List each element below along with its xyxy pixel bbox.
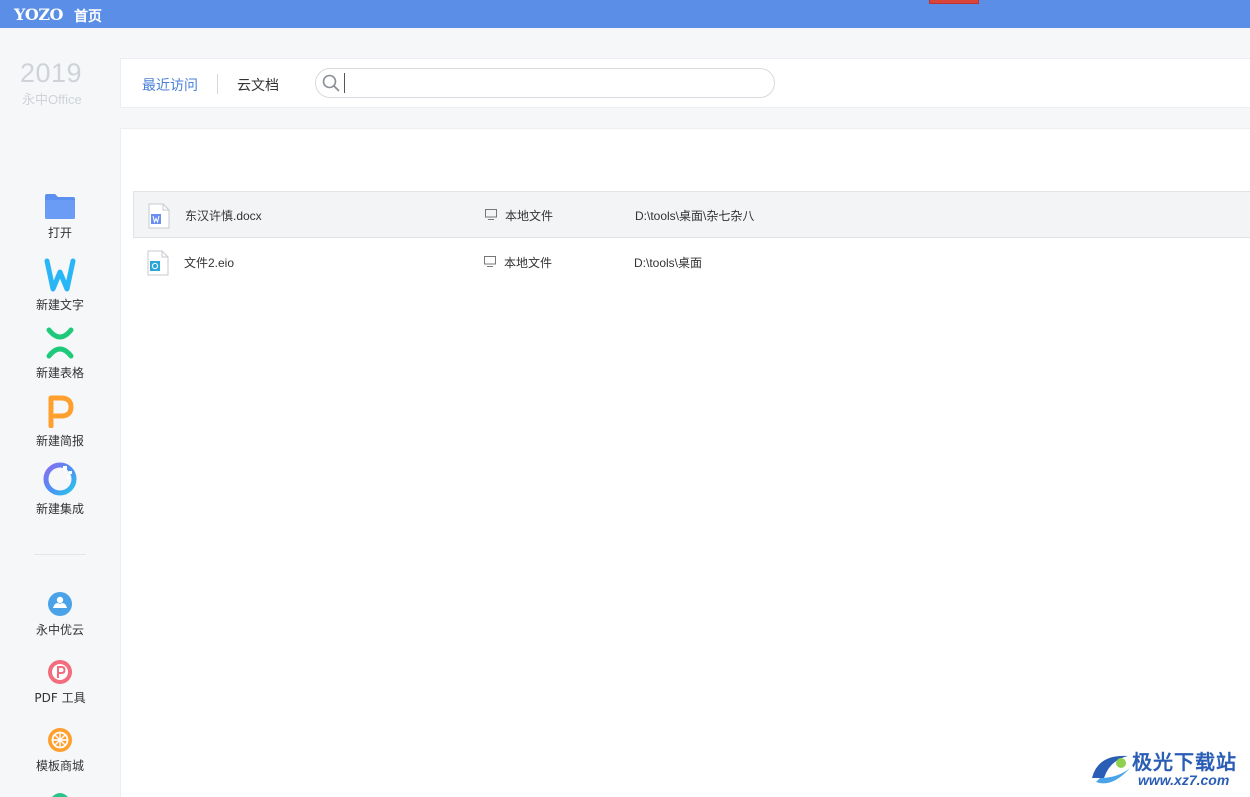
cloud-service-icon <box>48 592 72 616</box>
eio-file-icon <box>147 250 169 276</box>
file-path: D:\tools\桌面 <box>634 256 703 270</box>
tab-recent[interactable]: 最近访问 <box>142 75 198 95</box>
word-icon <box>44 258 76 292</box>
monitor-icon <box>484 256 496 267</box>
template-store-icon <box>48 728 72 752</box>
tab-separator <box>217 74 218 94</box>
file-path: D:\tools\桌面\杂七杂八 <box>635 209 755 223</box>
file-name: 东汉许慎.docx <box>185 209 262 223</box>
search-input[interactable] <box>344 73 764 93</box>
open-button[interactable]: 打开 <box>0 192 120 241</box>
top-bar: 最近访问 云文档 <box>120 58 1250 108</box>
yozo-cloud-button[interactable]: 永中优云 <box>0 591 120 638</box>
folder-icon <box>45 194 75 219</box>
watermark-url: www.xz7.com <box>1138 772 1230 788</box>
recent-files-panel: 东汉许慎.docx 本地文件 D:\tools\桌面\杂七杂八 文件2.eio … <box>120 128 1250 797</box>
home-tab[interactable]: 首页 <box>74 6 102 26</box>
file-row[interactable]: 文件2.eio 本地文件 D:\tools\桌面 <box>133 239 1250 286</box>
new-document-label: 新建文字 <box>35 298 84 312</box>
new-spreadsheet-button[interactable]: 新建表格 <box>0 326 120 381</box>
presentation-icon <box>48 395 74 428</box>
template-store-button[interactable]: 模板商城 <box>0 727 120 774</box>
monitor-icon <box>485 209 497 220</box>
new-spreadsheet-label: 新建表格 <box>35 366 84 380</box>
watermark-logo-icon <box>1092 755 1130 784</box>
yozo-cloud-label: 永中优云 <box>35 623 84 637</box>
file-row[interactable]: 东汉许慎.docx 本地文件 D:\tools\桌面\杂七杂八 <box>133 191 1250 238</box>
more-service-icon <box>52 793 68 797</box>
integrated-icon <box>43 462 77 496</box>
file-location: 本地文件 <box>504 256 553 270</box>
search-box[interactable] <box>315 68 775 98</box>
new-integrated-label: 新建集成 <box>35 502 84 516</box>
new-integrated-button[interactable]: 新建集成 <box>0 462 120 517</box>
template-store-label: 模板商城 <box>35 759 84 773</box>
brand-name: 永中Office <box>22 92 82 107</box>
spreadsheet-icon <box>46 327 74 359</box>
search-icon[interactable] <box>322 74 340 92</box>
site-watermark: 极光下载站 www.xz7.com <box>1088 744 1248 794</box>
open-label: 打开 <box>47 226 72 240</box>
brand-year: 2019 <box>20 58 83 88</box>
pdf-tools-label: PDF 工具 <box>34 691 86 705</box>
new-presentation-button[interactable]: 新建简报 <box>0 394 120 449</box>
sidebar-divider <box>34 554 86 555</box>
window-control-edge <box>929 0 979 4</box>
new-presentation-label: 新建简报 <box>35 434 84 448</box>
sidebar: 2019 永中Office 打开 新建文字 新建表格 新建简报 新建集成 永中优… <box>0 28 120 797</box>
tab-cloud-documents[interactable]: 云文档 <box>237 75 279 95</box>
new-document-button[interactable]: 新建文字 <box>0 258 120 313</box>
doc-file-icon <box>148 203 170 229</box>
watermark-title: 极光下载站 <box>1132 750 1237 774</box>
pdf-tools-button[interactable]: PDF 工具 <box>0 659 120 706</box>
pdf-icon <box>48 660 72 684</box>
app-logo: YOZO <box>14 5 63 24</box>
file-location: 本地文件 <box>505 209 554 223</box>
file-name: 文件2.eio <box>184 256 235 270</box>
title-bar: YOZO 首页 <box>0 0 1250 28</box>
